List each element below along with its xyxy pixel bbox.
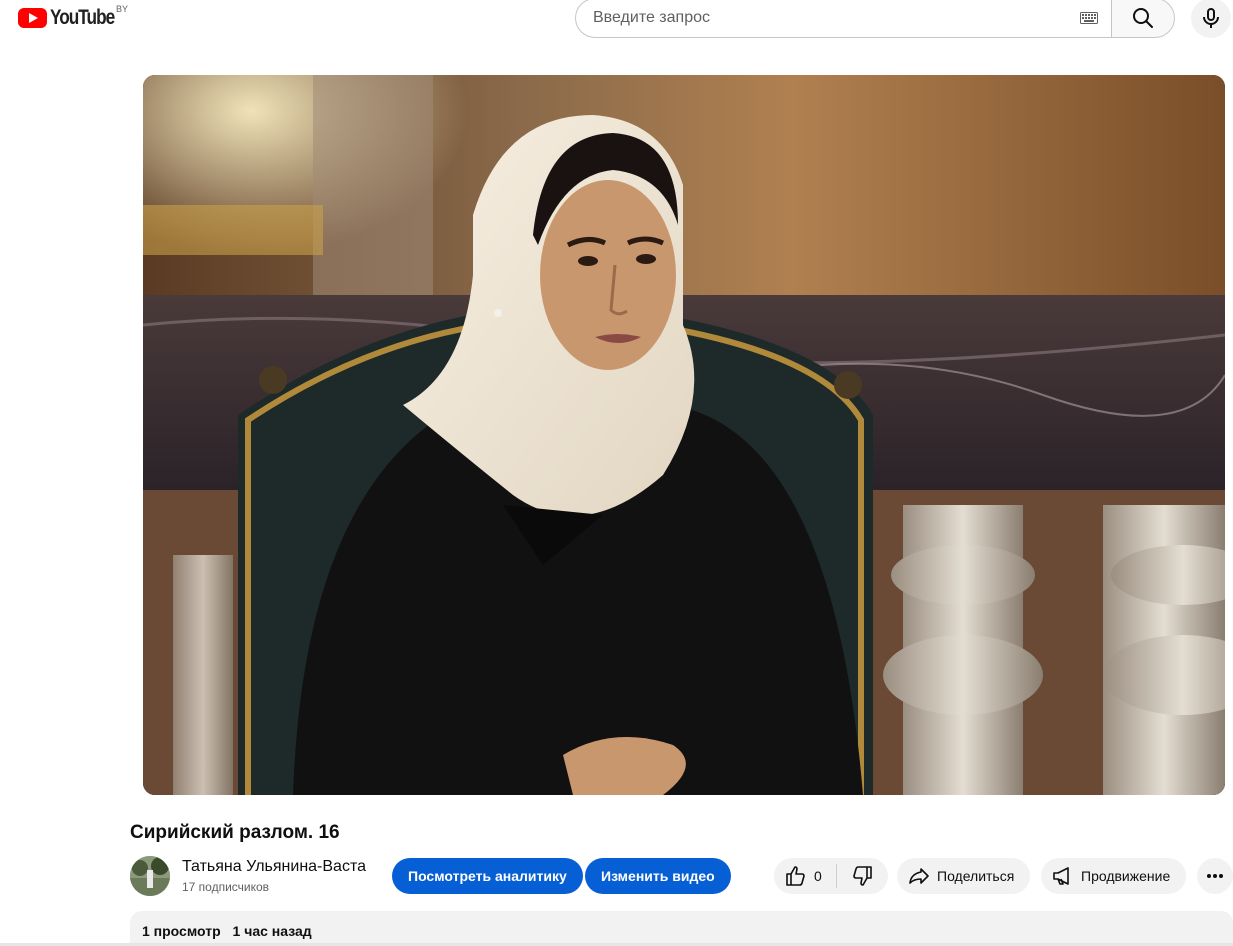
publish-date: 1 час назад	[232, 923, 312, 939]
search-bar	[575, 0, 1175, 38]
view-count: 1 просмотр	[142, 923, 221, 939]
promote-button[interactable]: Продвижение	[1041, 858, 1187, 894]
keyboard-icon[interactable]	[1079, 11, 1099, 25]
like-button[interactable]: 0	[774, 858, 836, 894]
search-button[interactable]	[1111, 0, 1175, 38]
channel-name[interactable]: Татьяна Ульянина-Васта	[182, 858, 366, 876]
megaphone-icon	[1053, 867, 1069, 885]
thumbs-up-icon	[786, 866, 805, 886]
like-dislike-group: 0	[774, 858, 888, 894]
search-input[interactable]	[593, 9, 1079, 27]
video-player[interactable]	[143, 75, 1225, 795]
voice-search-button[interactable]	[1191, 0, 1231, 38]
video-title: Сирийский разлом. 16	[130, 822, 340, 843]
share-label: Поделиться	[937, 868, 1015, 884]
thumbs-down-icon	[853, 866, 872, 886]
video-thumbnail	[143, 75, 1225, 795]
view-analytics-button[interactable]: Посмотреть аналитику	[392, 858, 583, 894]
promote-label: Продвижение	[1081, 868, 1171, 884]
like-count: 0	[814, 868, 822, 884]
mic-icon	[1203, 8, 1219, 28]
masthead: YouTube BY	[0, 0, 1233, 40]
subscriber-count: 17 подписчиков	[182, 880, 270, 894]
description-box[interactable]: 1 просмотр 1 час назад	[130, 911, 1233, 946]
search-icon	[1133, 8, 1153, 28]
country-code: BY	[116, 4, 129, 14]
more-horizontal-icon	[1207, 874, 1223, 878]
more-actions-button[interactable]	[1197, 858, 1233, 894]
logo-text: YouTube	[50, 6, 115, 29]
youtube-logo-icon	[18, 8, 47, 28]
share-icon	[909, 868, 929, 884]
channel-avatar[interactable]	[130, 856, 170, 896]
youtube-logo[interactable]: YouTube	[18, 6, 128, 30]
dislike-button[interactable]	[837, 858, 887, 894]
edit-video-button[interactable]: Изменить видео	[585, 858, 731, 894]
search-box	[575, 0, 1111, 38]
share-button[interactable]: Поделиться	[897, 858, 1031, 894]
